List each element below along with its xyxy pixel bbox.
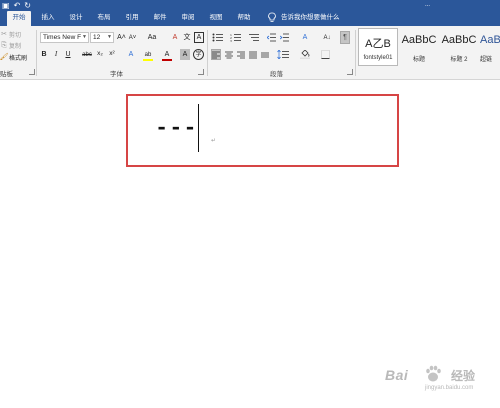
multilevel-list-icon[interactable] [247,32,261,43]
align-right-icon[interactable] [236,49,246,60]
increase-indent-icon[interactable] [279,32,289,43]
highlight-color-bar [143,59,153,61]
style-preview: AaBbC [441,34,477,46]
style-heading-2[interactable]: AaBbC 标题 2 [440,28,478,66]
copy-icon: ⎘ [1,41,7,49]
style-hyperlink[interactable]: AaBbC 超链 [480,28,500,66]
font-name-combo[interactable]: Times New F ▼ [40,32,89,43]
distributed-icon[interactable] [260,49,270,60]
quick-access-toolbar: ▣ ↶ ↻ [2,0,31,10]
lightbulb-icon [267,12,277,24]
change-case-button[interactable]: Aa [145,32,159,43]
font-size-combo[interactable]: 12 ▼ [90,32,114,43]
shrink-font-button[interactable]: A˅ [128,32,137,43]
window-title: ... [424,2,430,8]
decrease-indent-icon[interactable] [266,32,276,43]
style-preview: AaBbC [401,34,437,46]
font-group-label: 字体 [110,71,123,78]
paw-icon [426,365,441,382]
text-cursor [198,104,199,152]
tab-references[interactable]: 引用 [121,10,143,26]
tab-layout[interactable]: 布局 [93,10,115,26]
title-bar: ▣ ↶ ↻ ... [0,0,500,10]
ribbon: ✂ 剪切 ⎘ 复制 🖌 格式刷 贴板 Times New F ▼ 12 ▼ A˄ A… [0,26,500,80]
underline-button[interactable]: U [64,49,72,60]
undo-icon[interactable]: ↶ [14,1,21,10]
cut-button[interactable]: 剪切 [9,30,21,39]
tab-home[interactable]: 开始 [7,11,31,26]
style-name: 标题 2 [450,57,468,63]
clipboard-group-label: 贴板 [0,71,13,78]
justify-icon[interactable] [248,49,258,60]
style-heading[interactable]: AaBbC 标题 [400,28,438,66]
document-text[interactable]: --- [155,118,198,140]
tab-help[interactable]: 帮助 [233,10,255,26]
subscript-button[interactable]: x₂ [95,49,105,60]
brush-icon: 🖌 [0,53,9,61]
style-preview: A乙B [365,38,391,50]
tab-mailings[interactable]: 邮件 [149,10,171,26]
paragraph-mark: ↵ [211,138,217,144]
align-center-icon[interactable] [224,49,234,60]
enclose-char-button[interactable]: 字 [193,49,204,60]
char-shading-button[interactable]: A [180,49,190,60]
char-border-button[interactable]: A [194,32,204,43]
borders-icon[interactable] [318,49,332,60]
redo-icon[interactable]: ↻ [24,1,31,10]
paint-bucket-icon[interactable] [298,49,312,60]
clipboard-launcher[interactable] [29,69,35,75]
format-painter-button[interactable]: 格式刷 [9,53,27,62]
font-launcher[interactable] [198,69,204,75]
paragraph-launcher[interactable] [347,69,353,75]
baidu-jingyan-watermark: Bai 经验 jingyan.baidu.com [385,363,495,403]
watermark-logo: Bai [385,367,409,383]
watermark-cn: 经验 [451,369,476,383]
style-name: 标题 [412,57,425,63]
group-separator [36,30,37,76]
numbering-icon[interactable]: 123 [229,32,243,43]
style-name: 超链 [480,57,493,63]
style-name: fontstyle01 [363,55,393,61]
bold-button[interactable]: B [40,49,48,60]
copy-button[interactable]: 复制 [9,41,21,50]
style-preview: AaBbC [480,34,500,46]
tell-me-search[interactable]: 告诉我你想要做什么 [281,10,345,26]
tab-view[interactable]: 视图 [205,10,227,26]
paragraph-group-label: 段落 [270,71,283,78]
style-fontstyle01[interactable]: A乙B fontstyle01 [358,28,398,66]
group-separator [355,30,356,76]
scissors-icon: ✂ [1,30,7,38]
svg-text:3: 3 [230,39,232,42]
save-icon[interactable]: ▣ [2,1,10,10]
phonetic-guide-button[interactable]: 文 [182,32,192,43]
font-name-value: Times New F [43,34,82,41]
italic-button[interactable]: I [52,49,60,60]
chinese-layout-button[interactable]: A [298,32,312,43]
align-left-icon[interactable] [211,49,221,60]
chevron-down-icon: ▼ [82,34,87,40]
strikethrough-button[interactable]: abc [80,49,94,60]
superscript-button[interactable]: x² [107,49,117,60]
tab-design[interactable]: 设计 [65,10,87,26]
grow-font-button[interactable]: A˄ [117,32,126,43]
line-spacing-icon[interactable] [276,49,290,60]
watermark-url: jingyan.baidu.com [425,385,474,391]
text-effects-button[interactable]: A [126,49,136,60]
ribbon-tab-bar: 开始 插入 设计 布局 引用 邮件 审阅 视图 帮助 告诉我你想要做什么 [0,10,500,26]
font-color-bar [162,59,172,61]
show-marks-button[interactable]: ¶ [340,31,350,44]
sort-button[interactable]: A↓ [321,32,333,43]
bullets-icon[interactable] [211,32,225,43]
font-size-value: 12 [93,34,101,41]
group-separator [207,30,208,76]
tab-insert[interactable]: 插入 [37,10,59,26]
chevron-down-icon: ▼ [107,34,112,40]
tab-review[interactable]: 审阅 [177,10,199,26]
clear-format-button[interactable]: A [170,32,180,43]
